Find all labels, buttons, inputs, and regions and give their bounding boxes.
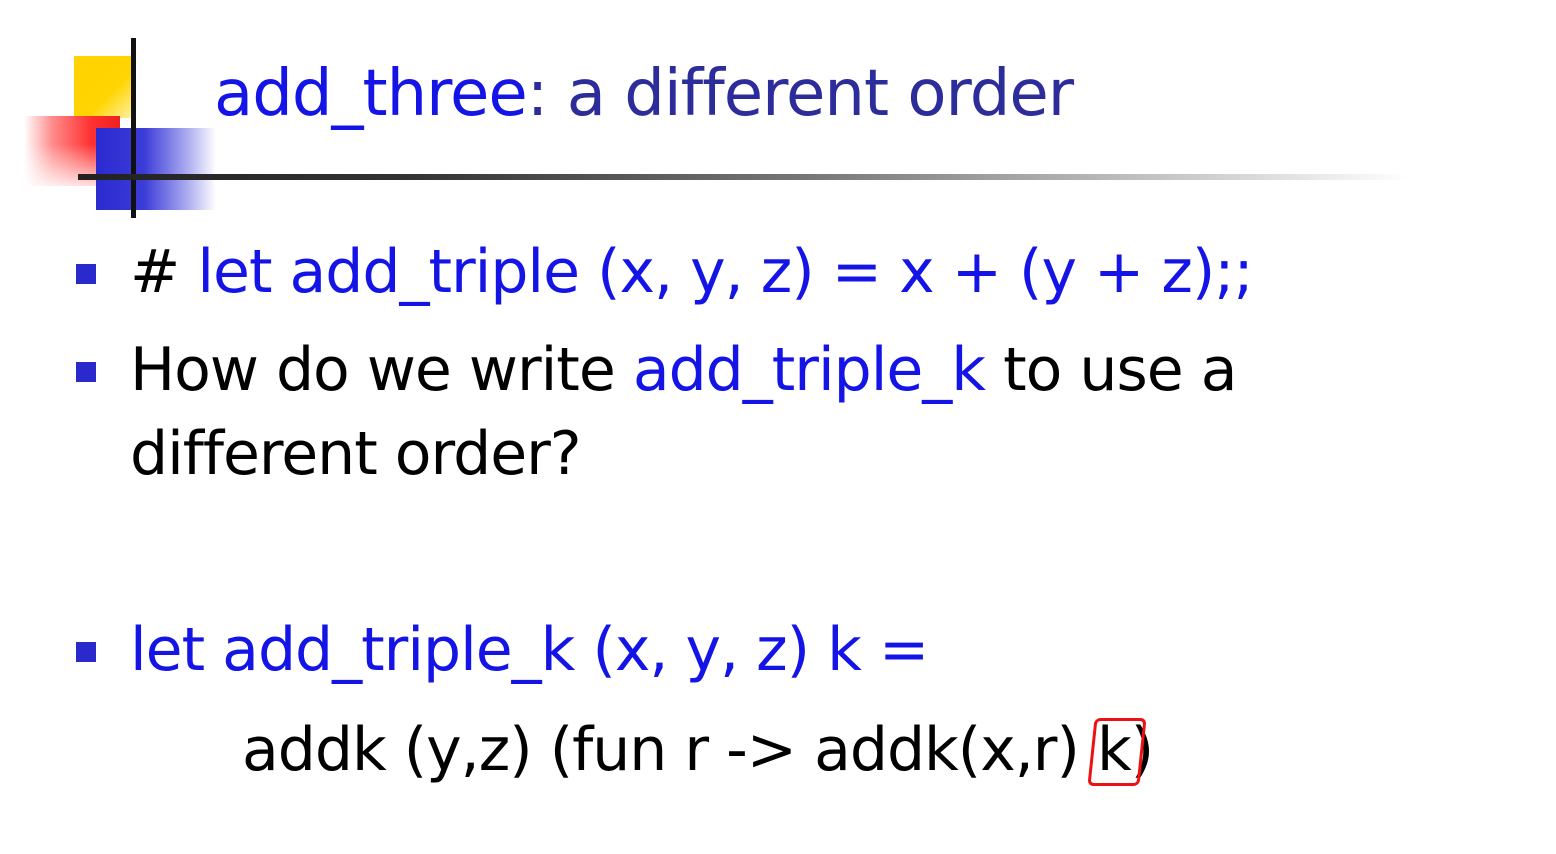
title-underline [78, 174, 1408, 180]
bullet-3-line-1: let add_triple_k (x, y, z) k = [130, 615, 929, 685]
bullet-3-code-line-2: addk (y,z) (fun r -> addk(x,r) [242, 715, 1097, 785]
bullet-2-text-before: How do we write [130, 335, 633, 405]
annotated-continuation-k: k [1087, 710, 1147, 790]
bullet-1-prompt: # [130, 237, 198, 307]
bullet-marker-1 [76, 264, 96, 284]
bullet-2-text-after: to use a [985, 335, 1237, 405]
title-decoration-vertical-line [131, 38, 136, 218]
bullet-1-code: let add_triple (x, y, z) = x + (y + z);; [197, 237, 1253, 307]
bullet-1-text: # let add_triple (x, y, z) = x + (y + z)… [130, 232, 1254, 312]
slide-title-function-name: add_three [214, 57, 528, 131]
bullet-3-line-2: addk (y,z) (fun r -> addk(x,r) k) [242, 710, 1154, 790]
title-decoration-yellow-square [74, 56, 134, 118]
bullet-marker-2 [76, 362, 96, 382]
bullet-2-line-1: How do we write add_triple_k to use a [130, 330, 1237, 410]
slide-title: add_three: a different order [214, 52, 1074, 136]
red-annotation-box [1087, 718, 1147, 786]
title-decoration-blue-square [96, 128, 216, 210]
bullet-2-line-2: different order? [130, 419, 582, 489]
slide: add_three: a different order # let add_t… [0, 0, 1556, 854]
slide-title-rest: : a different order [526, 57, 1074, 131]
bullet-2-code: add_triple_k [632, 335, 986, 405]
bullet-marker-3 [76, 642, 96, 662]
